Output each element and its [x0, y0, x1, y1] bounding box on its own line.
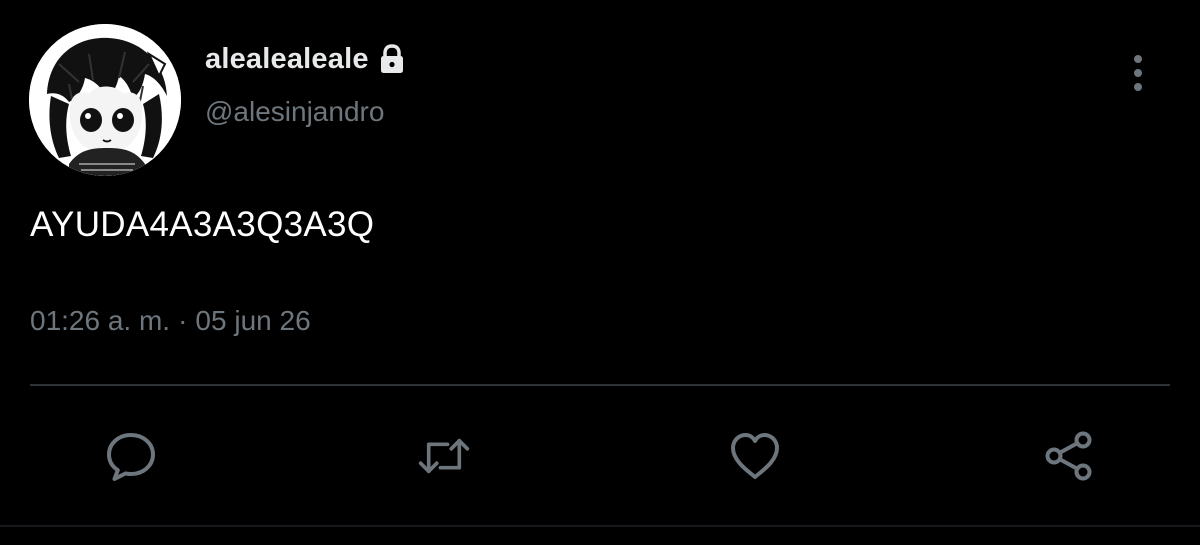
- display-name[interactable]: alealealeale: [205, 43, 369, 76]
- meta-separator: ·: [178, 305, 188, 336]
- divider: [30, 384, 1170, 386]
- avatar[interactable]: [29, 24, 181, 176]
- reply-icon: [107, 433, 155, 481]
- more-vertical-icon[interactable]: [1124, 52, 1152, 94]
- reply-button[interactable]: [103, 428, 159, 484]
- lock-icon: [377, 43, 407, 75]
- tweet-text: AYUDA4A3A3Q3A3Q: [30, 205, 375, 244]
- tweet-card: alealealeale @alesinjandro AYUDA4A3A3Q3A…: [0, 0, 1200, 545]
- tweet-timestamp[interactable]: 01:26 a. m. · 05 jun 26: [30, 305, 311, 337]
- share-icon: [1045, 431, 1092, 481]
- avatar-drawing: [29, 24, 181, 176]
- heart-icon: [731, 433, 779, 479]
- user-handle[interactable]: @alesinjandro: [205, 96, 384, 128]
- tweet-date: 05 jun 26: [195, 305, 311, 336]
- display-name-row[interactable]: alealealeale: [205, 38, 407, 80]
- like-button[interactable]: [727, 428, 783, 484]
- retweet-button[interactable]: [416, 428, 472, 484]
- bottom-divider: [0, 525, 1200, 527]
- tweet-time: 01:26 a. m.: [30, 305, 171, 336]
- retweet-icon: [418, 438, 470, 474]
- share-button[interactable]: [1041, 428, 1097, 484]
